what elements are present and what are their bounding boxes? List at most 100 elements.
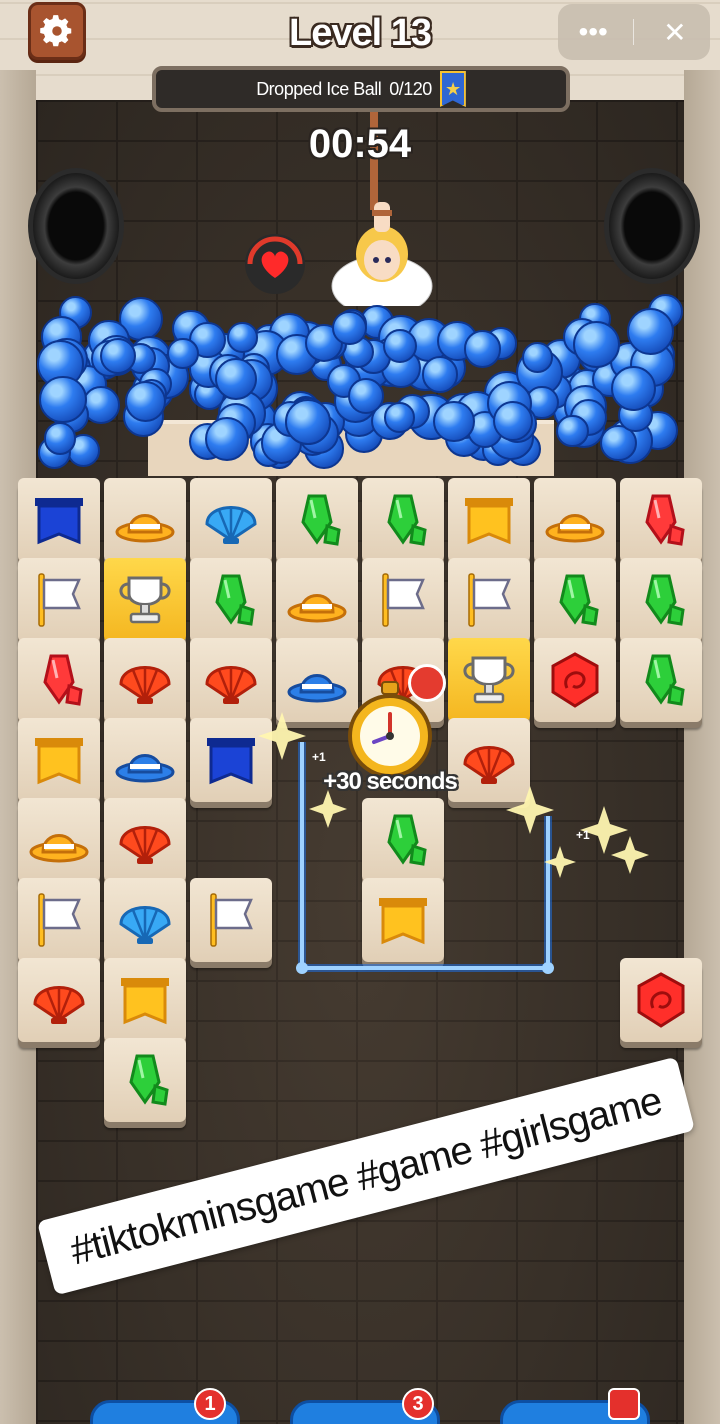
ice-ball (227, 322, 258, 353)
mini-app-menu: ••• ✕ (558, 4, 710, 60)
tile-shell-blue[interactable] (190, 478, 272, 562)
gem-red-icon (645, 494, 685, 546)
goal-progress: 0/120 (389, 78, 432, 99)
gem-green-icon (645, 574, 685, 626)
banner-yellow-icon (121, 978, 169, 1025)
tile-banner-yellow[interactable] (448, 478, 530, 562)
tile-gem-green[interactable] (620, 558, 702, 642)
tile-banner-blue[interactable] (18, 478, 100, 562)
ice-ball (463, 329, 502, 368)
gem-green-icon (559, 574, 599, 626)
ice-ball (384, 402, 415, 433)
ice-ball (166, 337, 199, 370)
shell-red-icon (33, 986, 85, 1024)
trophy-icon (463, 656, 515, 704)
tile-hat-orange[interactable] (276, 558, 358, 642)
game-stage: Level 13 ••• ✕ Dropped Ice Ball 0/120 ★ … (0, 0, 720, 1424)
close-icon[interactable]: ✕ (645, 4, 705, 60)
shell-blue-icon (119, 906, 171, 944)
ice-ball (611, 365, 657, 411)
banner-yellow-icon (35, 738, 83, 785)
bonus-text: +30 seconds (323, 768, 458, 795)
tile-trophy[interactable] (104, 558, 186, 642)
ice-ball (204, 417, 249, 462)
tile-gem-red[interactable] (18, 638, 100, 722)
tile-hat-blue[interactable] (104, 718, 186, 802)
gem-red-icon (43, 654, 83, 706)
ice-ball (421, 356, 458, 393)
flag-white-icon (38, 573, 81, 627)
hint-count-badge: 3 (402, 1388, 434, 1420)
hat-orange-icon (545, 514, 605, 543)
tile-gem-green[interactable] (104, 1038, 186, 1122)
ice-ball (522, 342, 553, 373)
ice-ball (492, 400, 534, 442)
gem-green-icon (301, 494, 341, 546)
shell-red-icon (119, 666, 171, 704)
tile-gem-redhex[interactable] (534, 638, 616, 722)
hat-orange-icon (29, 834, 89, 863)
tile-banner-blue[interactable] (190, 718, 272, 802)
tile-hat-orange[interactable] (18, 798, 100, 882)
gem-green-icon (645, 654, 685, 706)
banner-blue-icon (207, 738, 255, 785)
ice-ball (626, 307, 675, 356)
ice-ball (43, 422, 77, 455)
trophy-icon (119, 576, 171, 624)
tile-gem-green[interactable] (362, 478, 444, 562)
gem-green-icon (387, 494, 427, 546)
banner-blue-icon (35, 498, 83, 545)
plus-one-label: +1 (576, 828, 590, 842)
video-icon (408, 664, 446, 702)
star-ribbon-icon: ★ (439, 71, 466, 107)
ice-ball (285, 399, 332, 446)
gem-green-icon (129, 1054, 169, 1106)
ice-ball (433, 400, 475, 443)
undo-count-badge: 1 (194, 1388, 226, 1420)
tile-flag-white[interactable] (362, 558, 444, 642)
tile-trophy[interactable] (448, 638, 530, 722)
shell-blue-icon (205, 506, 257, 544)
timer: 00:54 (308, 122, 412, 166)
tile-gem-green[interactable] (190, 558, 272, 642)
tile-shell-red[interactable] (104, 798, 186, 882)
tile-hat-orange[interactable] (104, 478, 186, 562)
tile-gem-green[interactable] (362, 798, 444, 882)
tile-flag-white[interactable] (18, 878, 100, 962)
tile-shell-red[interactable] (190, 638, 272, 722)
goal-label: Dropped Ice Ball (256, 78, 382, 99)
tile-flag-white[interactable] (190, 878, 272, 962)
tile-flag-white[interactable] (18, 558, 100, 642)
tile-shell-red[interactable] (104, 638, 186, 722)
ice-ball (572, 320, 620, 369)
tile-gem-green[interactable] (620, 638, 702, 722)
ice-ball-pile (36, 270, 684, 480)
tile-flag-white[interactable] (448, 558, 530, 642)
goal-bar: Dropped Ice Ball 0/120 ★ (152, 66, 570, 112)
ice-ball (556, 414, 589, 448)
tile-gem-redhex[interactable] (620, 958, 702, 1042)
tile-hat-orange[interactable] (534, 478, 616, 562)
ice-ball (39, 375, 87, 424)
video-ad-icon (608, 1388, 640, 1420)
gem-green-icon (387, 814, 427, 866)
tile-shell-red[interactable] (18, 958, 100, 1042)
ice-ball (332, 310, 367, 345)
shell-red-icon (205, 666, 257, 704)
tile-banner-yellow[interactable] (18, 718, 100, 802)
menu-divider (633, 19, 635, 45)
shell-red-icon (119, 826, 171, 864)
tile-gem-green[interactable] (534, 558, 616, 642)
tile-banner-yellow[interactable] (104, 958, 186, 1042)
tile-shell-blue[interactable] (104, 878, 186, 962)
flag-white-icon (468, 573, 511, 627)
tile-gem-green[interactable] (276, 478, 358, 562)
tile-banner-yellow[interactable] (362, 878, 444, 962)
ice-ball (124, 380, 167, 423)
flag-white-icon (38, 893, 81, 947)
tile-gem-red[interactable] (620, 478, 702, 562)
more-dots-icon[interactable]: ••• (563, 4, 623, 60)
gem-redhex-icon (551, 652, 599, 708)
banner-yellow-icon (379, 898, 427, 945)
hat-orange-icon (115, 514, 175, 543)
